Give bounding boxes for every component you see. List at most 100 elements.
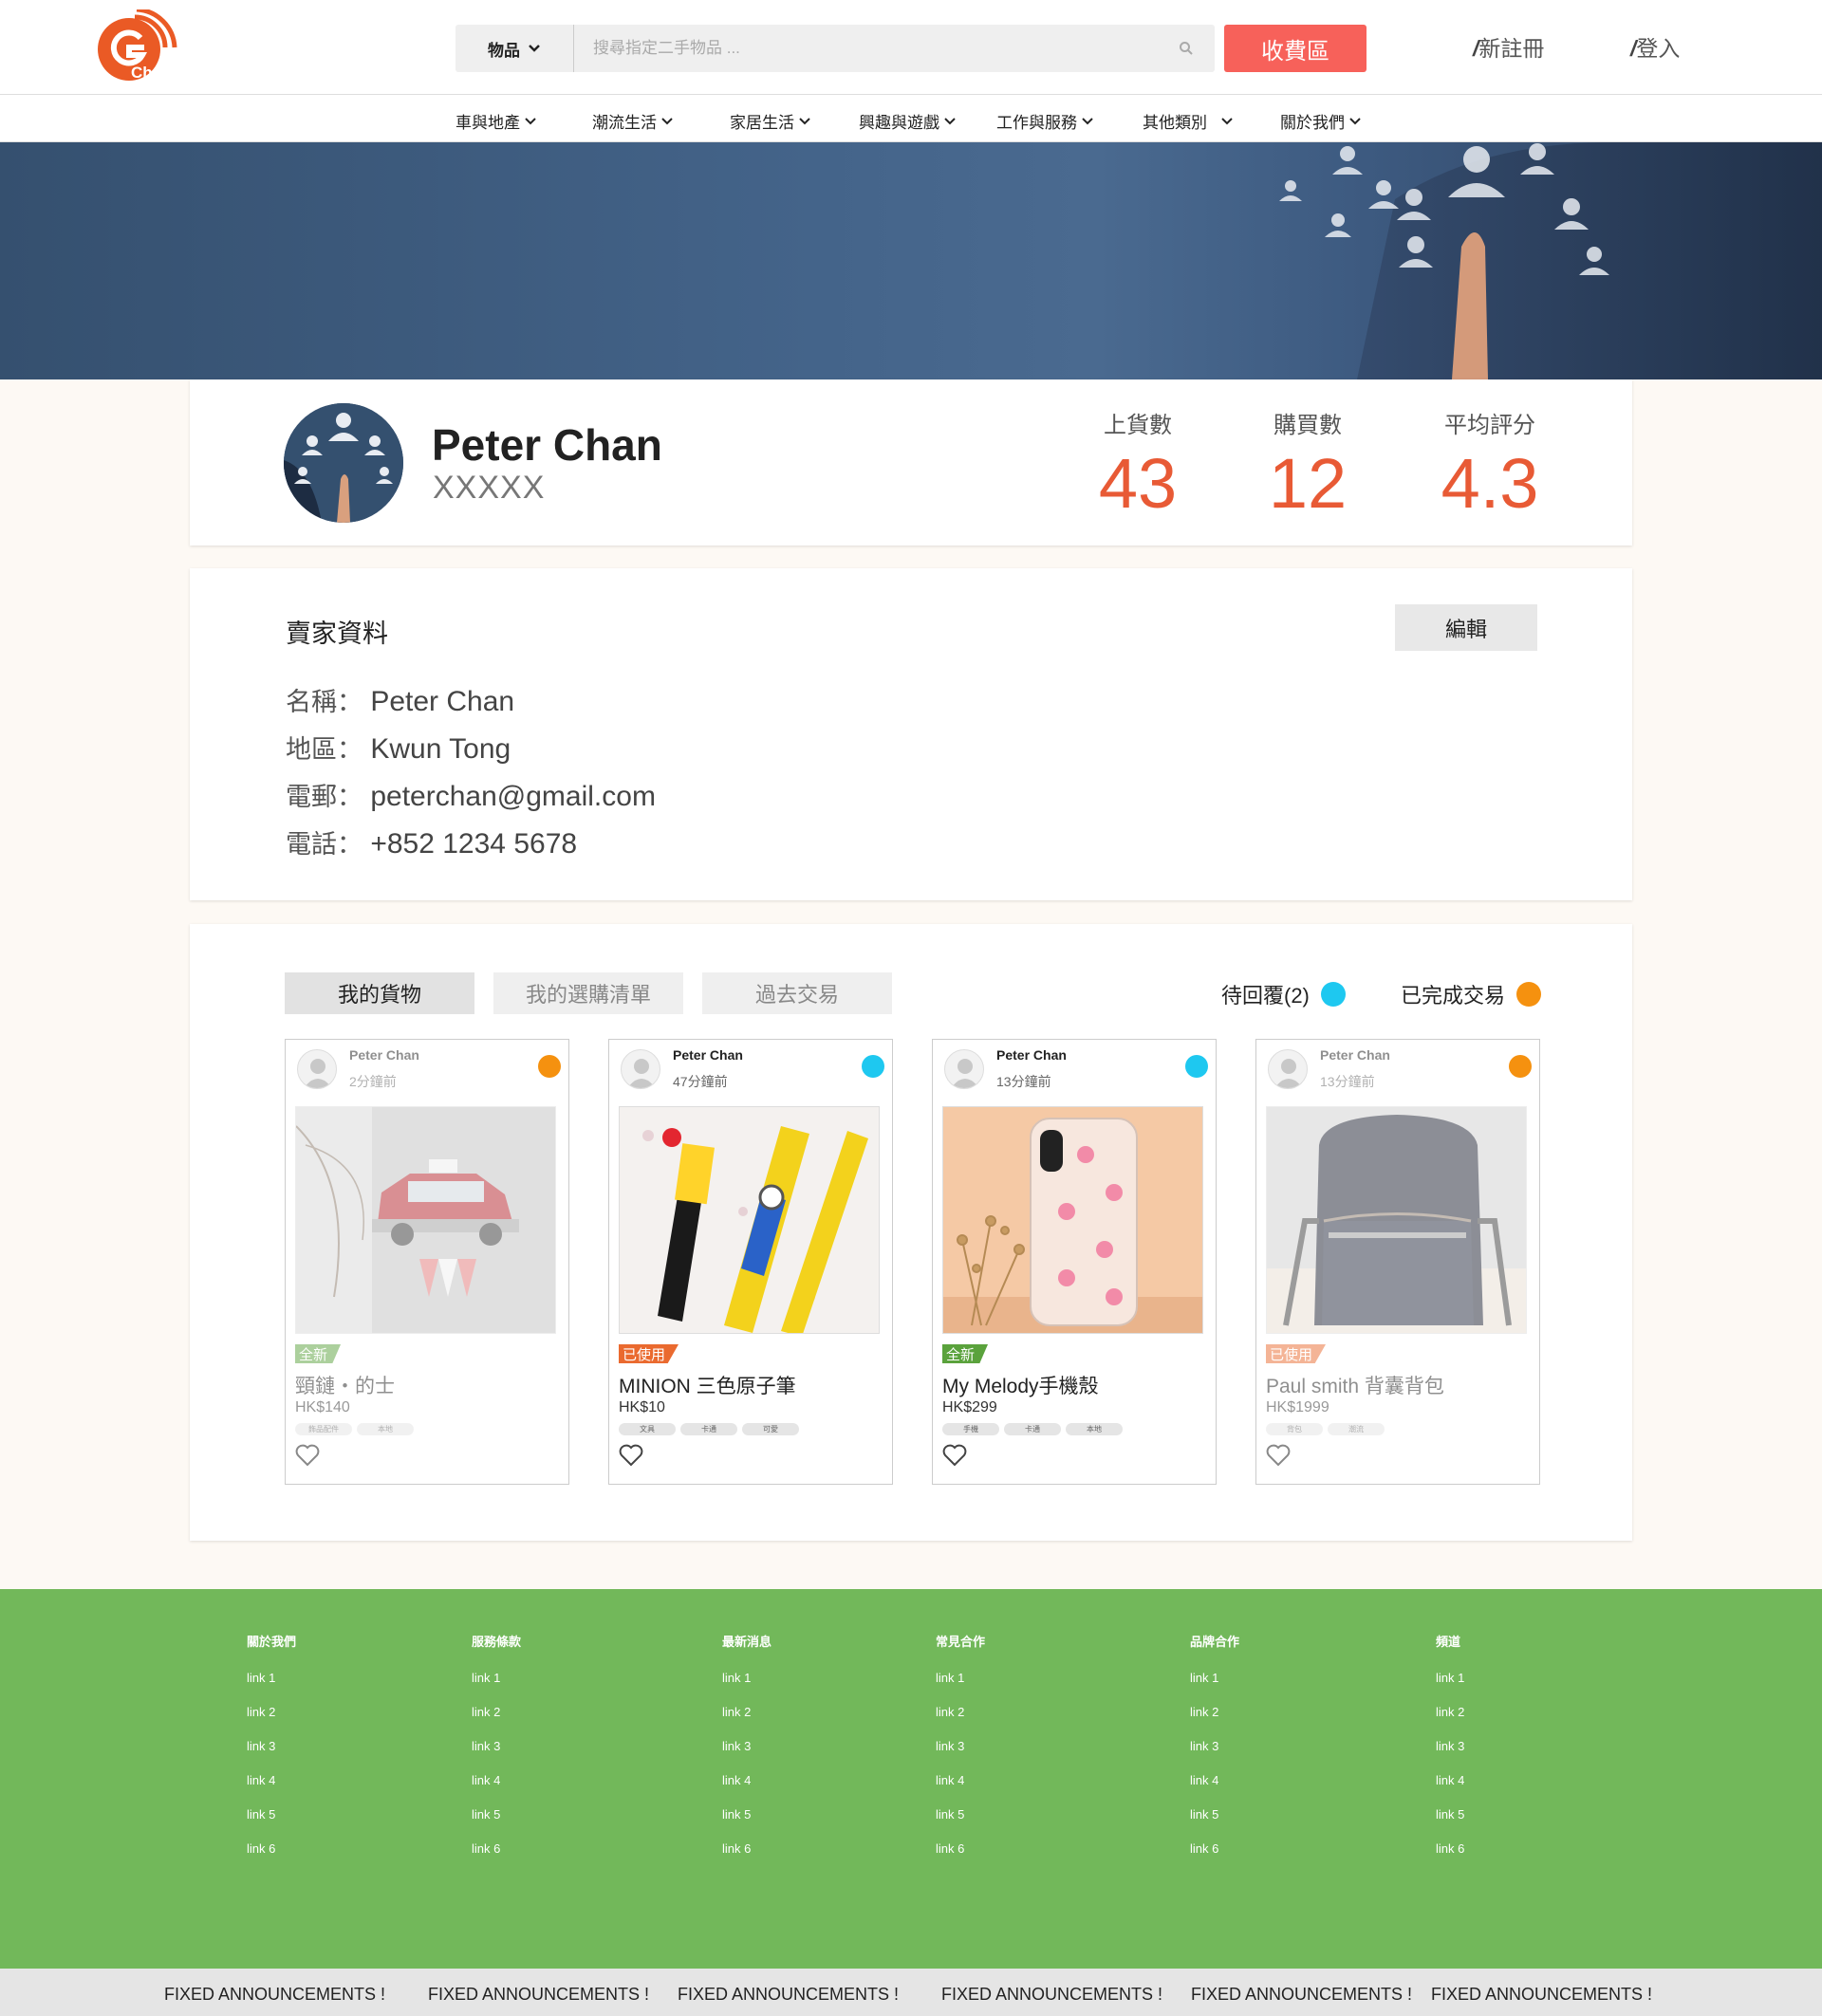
- nav-item-vehicles-property[interactable]: 車與地產: [456, 109, 537, 133]
- item-price: HK$299: [942, 1399, 997, 1415]
- footer-link[interactable]: link 4: [936, 1773, 985, 1807]
- legend-label: 待回覆(2): [1221, 984, 1310, 1008]
- chevron-down-icon: [525, 117, 536, 124]
- stat-value: 12: [1268, 444, 1348, 523]
- footer-link[interactable]: link 3: [936, 1739, 985, 1773]
- chevron-down-icon: [799, 117, 810, 124]
- profile-banner: [0, 142, 1822, 379]
- change-logo[interactable]: Change: [93, 7, 207, 85]
- footer-link[interactable]: link 2: [247, 1705, 296, 1739]
- footer-link[interactable]: link 3: [472, 1739, 521, 1773]
- footer-heading: 常見合作: [936, 1635, 986, 1649]
- nav-item-home[interactable]: 家居生活: [730, 109, 811, 133]
- footer-link[interactable]: link 5: [1190, 1807, 1239, 1841]
- footer-link[interactable]: link 3: [247, 1739, 296, 1773]
- nav-label: 車與地產: [456, 114, 520, 132]
- banner-illustration: [1279, 142, 1822, 379]
- footer-link[interactable]: link 1: [722, 1671, 772, 1705]
- footer-link[interactable]: link 6: [936, 1841, 985, 1876]
- item-seller: Peter Chan: [349, 1047, 419, 1063]
- footer-link[interactable]: link 4: [472, 1773, 521, 1807]
- footer-link[interactable]: link 2: [1190, 1705, 1239, 1739]
- tab-my-goods[interactable]: 我的貨物: [285, 972, 474, 1014]
- footer-link[interactable]: link 6: [1190, 1841, 1239, 1876]
- tab-past-transactions[interactable]: 過去交易: [702, 972, 892, 1014]
- footer-link[interactable]: link 2: [1436, 1705, 1464, 1739]
- info-label: 地區：: [286, 735, 363, 764]
- footer-link[interactable]: link 1: [1436, 1671, 1464, 1705]
- footer-link[interactable]: link 4: [722, 1773, 772, 1807]
- item-tag: 潮流: [1328, 1423, 1385, 1435]
- footer-link[interactable]: link 4: [1436, 1773, 1464, 1807]
- footer-link[interactable]: link 1: [1190, 1671, 1239, 1705]
- profile-summary-card: Peter Chan XXXXX 上貨數 43 購買數 12 平均評分 4.3: [190, 379, 1632, 546]
- footer-link[interactable]: link 1: [472, 1671, 521, 1705]
- legend-completed: 已完成交易: [1401, 979, 1542, 1009]
- seller-info-title: 賣家資料: [286, 620, 388, 648]
- login-link[interactable]: /登入: [1630, 30, 1680, 63]
- footer-link[interactable]: link 1: [936, 1671, 985, 1705]
- item-time: 13分鐘前: [996, 1074, 1051, 1089]
- footer-link[interactable]: link 6: [472, 1841, 521, 1876]
- search-input[interactable]: [593, 25, 1162, 72]
- item-seller: Peter Chan: [1320, 1047, 1390, 1063]
- footer-link[interactable]: link 2: [472, 1705, 521, 1739]
- site-footer: 關於我們 link 1 link 2 link 3 link 4 link 5 …: [0, 1589, 1822, 1969]
- avatar[interactable]: [284, 403, 403, 523]
- nav-item-fashion[interactable]: 潮流生活: [592, 109, 674, 133]
- footer-link[interactable]: link 1: [247, 1671, 296, 1705]
- footer-column: 關於我們 link 1 link 2 link 3 link 4 link 5 …: [247, 1632, 296, 1876]
- product-card[interactable]: Peter Chan 2分鐘前 全新 頸鏈・的士 HK$140 飾品配件 本地: [285, 1039, 569, 1485]
- nav-item-other[interactable]: 其他類別: [1143, 109, 1234, 133]
- footer-link[interactable]: link 3: [1436, 1739, 1464, 1773]
- item-price: HK$10: [619, 1399, 665, 1415]
- product-card[interactable]: Peter Chan 13分鐘前 全新 My Melody手機殼 HK$299 …: [932, 1039, 1217, 1485]
- heart-icon[interactable]: [1266, 1444, 1291, 1467]
- footer-column: 品牌合作 link 1 link 2 link 3 link 4 link 5 …: [1190, 1632, 1239, 1876]
- nav-label: 其他類別: [1143, 114, 1207, 132]
- footer-link[interactable]: link 5: [1436, 1807, 1464, 1841]
- footer-link[interactable]: link 4: [1190, 1773, 1239, 1807]
- footer-link[interactable]: link 2: [936, 1705, 985, 1739]
- footer-link[interactable]: link 3: [1190, 1739, 1239, 1773]
- register-link[interactable]: /新註冊: [1473, 30, 1544, 63]
- info-label: 電郵：: [286, 783, 363, 811]
- item-tag: 飾品配件: [295, 1423, 352, 1435]
- footer-link[interactable]: link 5: [936, 1807, 985, 1841]
- edit-button[interactable]: 編輯: [1395, 604, 1537, 651]
- register-label: 新註冊: [1478, 36, 1545, 61]
- nav-item-hobbies-games[interactable]: 興趣與遊戲: [859, 109, 957, 133]
- footer-link[interactable]: link 6: [722, 1841, 772, 1876]
- info-row-email: 電郵： peterchan@gmail.com: [286, 776, 656, 813]
- nav-item-about[interactable]: 關於我們: [1280, 109, 1362, 133]
- footer-link[interactable]: link 6: [1436, 1841, 1464, 1876]
- product-card[interactable]: Peter Chan 47分鐘前 已使用 MINION 三色原子筆 HK$10 …: [608, 1039, 893, 1485]
- stat-rating: 平均評分 4.3: [1423, 406, 1556, 524]
- item-tag: 本地: [357, 1423, 414, 1435]
- tab-wishlist[interactable]: 我的選購清單: [493, 972, 683, 1014]
- footer-link[interactable]: link 2: [722, 1705, 772, 1739]
- seller-avatar-icon: [1268, 1049, 1308, 1089]
- footer-link[interactable]: link 5: [247, 1807, 296, 1841]
- heart-icon[interactable]: [619, 1444, 643, 1467]
- stat-label: 購買數: [1274, 413, 1342, 438]
- search-category-dropdown[interactable]: 物品: [456, 25, 574, 72]
- sell-zone-button[interactable]: 收費區: [1224, 25, 1366, 72]
- heart-icon[interactable]: [295, 1444, 320, 1467]
- pending-dot-icon: [1320, 982, 1346, 1007]
- footer-link[interactable]: link 5: [722, 1807, 772, 1841]
- announcement-bar: FIXED ANNOUNCEMENTS ! FIXED ANNOUNCEMENT…: [0, 1969, 1822, 2016]
- completed-dot-icon: [1516, 982, 1542, 1007]
- stat-value: 43: [1098, 444, 1178, 523]
- search-icon[interactable]: [1179, 41, 1194, 56]
- heart-icon[interactable]: [942, 1444, 967, 1467]
- stat-listed: 上貨數 43: [1071, 406, 1204, 524]
- footer-link[interactable]: link 3: [722, 1739, 772, 1773]
- footer-link[interactable]: link 5: [472, 1807, 521, 1841]
- chevron-down-icon: [661, 117, 673, 124]
- footer-link[interactable]: link 6: [247, 1841, 296, 1876]
- product-card[interactable]: Peter Chan 13分鐘前 已使用 Paul smith 背囊背包 HK$…: [1255, 1039, 1540, 1485]
- nav-item-jobs-services[interactable]: 工作與服務: [996, 109, 1094, 133]
- footer-link[interactable]: link 4: [247, 1773, 296, 1807]
- logo-text: Change: [131, 64, 190, 82]
